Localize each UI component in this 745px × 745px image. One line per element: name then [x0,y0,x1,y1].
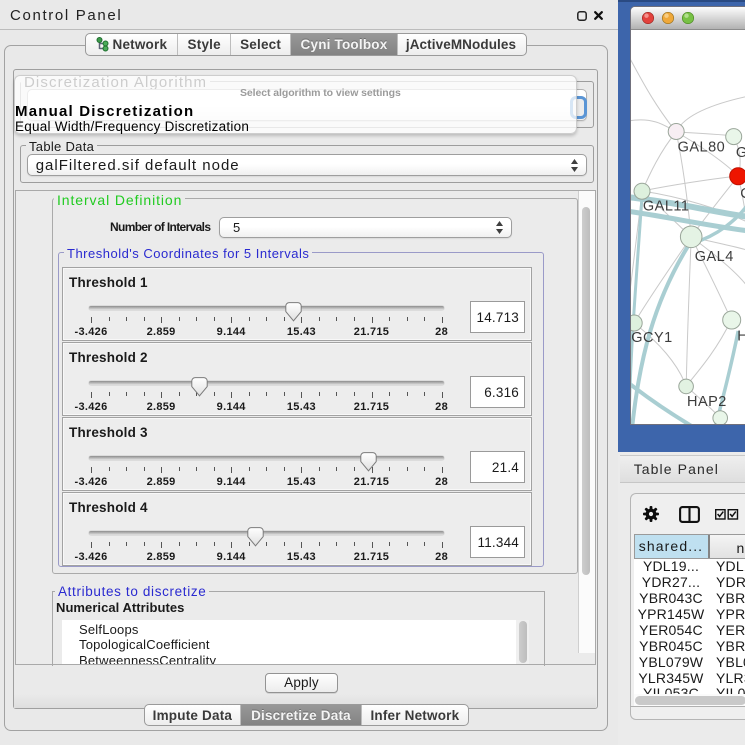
svg-text:GCY1: GCY1 [631,330,673,346]
svg-text:C: C [740,186,745,202]
svg-text:GAL80: GAL80 [677,139,725,155]
svg-text:GAL11: GAL11 [643,199,690,215]
svg-text:H: H [737,329,745,345]
svg-text:HAP2: HAP2 [687,394,727,410]
svg-text:GA: GA [736,145,745,161]
svg-text:GAL4: GAL4 [694,249,733,265]
